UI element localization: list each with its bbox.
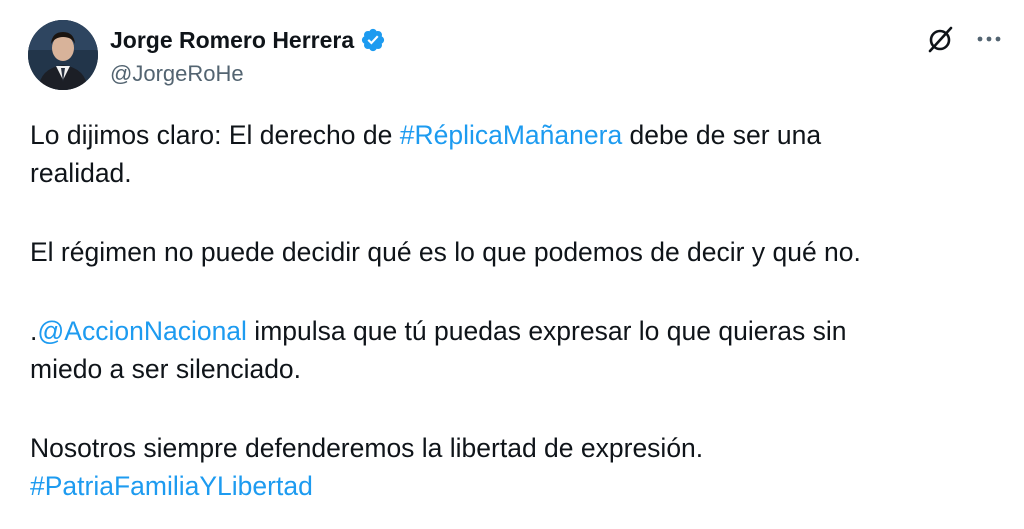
author-name-row: Jorge Romero Herrera [110, 24, 386, 56]
tweet-text: impulsa que tú puedas expresar lo que qu… [246, 316, 847, 346]
hashtag-link[interactable]: #PatriaFamiliaYLibertad [30, 471, 313, 501]
tweet-text: miedo a ser silenciado. [30, 354, 302, 384]
avatar-image [28, 20, 98, 90]
tweet-text: realidad. [30, 158, 132, 188]
tweet-paragraph-1: Lo dijimos claro: El derecho de #Réplica… [30, 116, 990, 154]
tweet-paragraph-4: Nosotros siempre defenderemos la liberta… [30, 433, 704, 463]
tweet-body: Lo dijimos claro: El derecho de #Réplica… [30, 116, 990, 505]
mention-link[interactable]: @AccionNacional [37, 316, 247, 346]
tweet-text: Lo dijimos claro: El derecho de [30, 120, 400, 150]
author-display-name[interactable]: Jorge Romero Herrera [110, 24, 354, 56]
grok-icon[interactable] [926, 24, 956, 54]
tweet-paragraph-3: .@AccionNacional impulsa que tú puedas e… [30, 312, 990, 350]
avatar[interactable] [28, 20, 98, 90]
tweet-paragraph-2: El régimen no puede decidir qué es lo qu… [30, 237, 861, 267]
tweet-text: debe de ser una [622, 120, 822, 150]
author-handle[interactable]: @JorgeRoHe [110, 60, 244, 88]
verified-badge-icon [360, 27, 386, 53]
tweet-card: Jorge Romero Herrera @JorgeRoHe Lo dijim… [0, 0, 1024, 529]
more-options-icon[interactable] [972, 24, 1006, 54]
hashtag-link[interactable]: #RéplicaMañanera [400, 120, 622, 150]
